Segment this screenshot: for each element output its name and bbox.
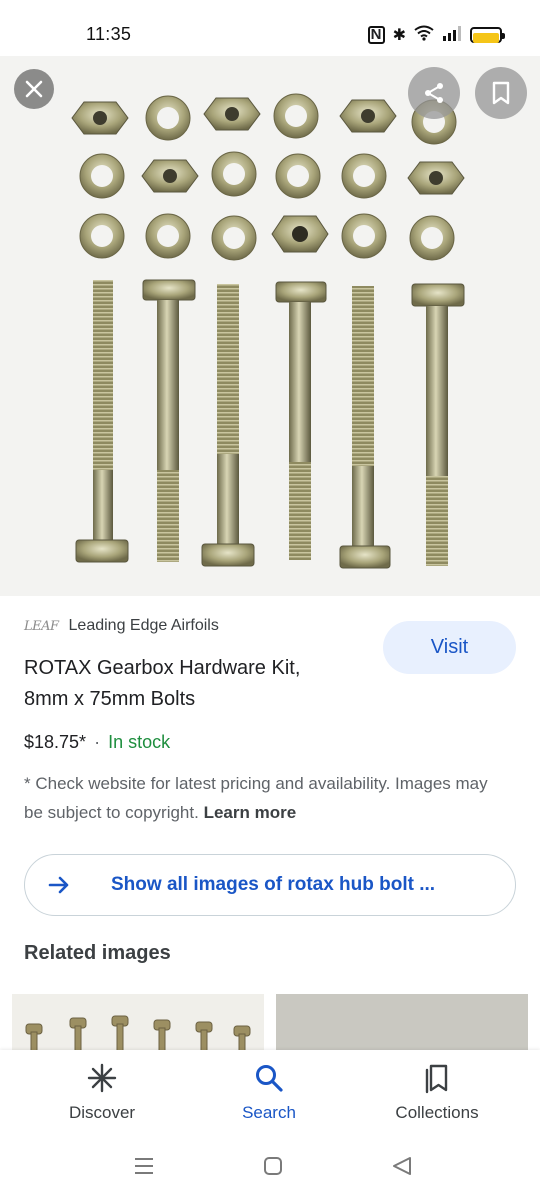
visit-button[interactable]: Visit (383, 621, 516, 674)
system-nav-bar (0, 1138, 540, 1200)
status-icons: N ✱ (367, 24, 505, 46)
bookmark-icon (492, 81, 510, 105)
price: $18.75* (24, 732, 87, 752)
separator: · (94, 732, 101, 752)
close-icon (25, 80, 43, 98)
nav-discover[interactable]: Discover (27, 1062, 177, 1123)
price-row: $18.75* · In stock (24, 732, 170, 753)
bluetooth-icon: ✱ (392, 27, 406, 44)
nav-discover-label: Discover (68, 1103, 136, 1122)
product-title-line-1: ROTAX Gearbox Hardware Kit, (24, 657, 301, 679)
collections-icon (425, 1064, 448, 1094)
nav-collections-label: Collections (395, 1103, 479, 1122)
home-icon[interactable] (264, 1157, 282, 1175)
product-title[interactable]: ROTAX Gearbox Hardware Kit, 8mm x 75mm B… (24, 653, 354, 715)
search-icon (256, 1065, 283, 1092)
battery-icon (470, 27, 505, 43)
back-icon[interactable] (393, 1157, 411, 1175)
show-all-images-button[interactable]: Show all images of rotax hub bolt ... (24, 854, 516, 916)
bookmark-button[interactable] (475, 67, 527, 119)
arrow-right-icon (47, 873, 71, 902)
product-image[interactable] (0, 56, 540, 596)
related-image-bolts (25, 1015, 251, 1052)
share-icon (425, 83, 443, 103)
share-button[interactable] (408, 67, 460, 119)
source-row[interactable]: LEAF Leading Edge Airfoils (24, 617, 219, 635)
source-name: Leading Edge Airfoils (68, 617, 219, 634)
nav-collections[interactable]: Collections (362, 1062, 512, 1123)
status-bar: 11:35 N ✱ (0, 0, 540, 56)
related-image[interactable] (276, 994, 528, 1052)
source-logo: LEAF (24, 618, 59, 634)
related-images-heading: Related images (24, 942, 171, 964)
show-all-label: Show all images of rotax hub bolt ... (111, 874, 436, 895)
stock-status: In stock (108, 732, 171, 752)
signal-icon (442, 25, 462, 46)
nav-search[interactable]: Search (194, 1062, 344, 1123)
pricing-note: * Check website for latest pricing and a… (24, 769, 504, 827)
bottom-nav: Discover Search Collections (0, 1050, 540, 1138)
nfc-icon: N (367, 26, 385, 44)
close-button[interactable] (14, 69, 54, 109)
hardware-photo (71, 93, 465, 569)
related-image[interactable] (12, 994, 264, 1052)
product-title-line-2: 8mm x 75mm Bolts (24, 688, 196, 710)
discover-icon (87, 1063, 117, 1093)
menu-icon[interactable] (135, 1158, 153, 1174)
nav-search-label: Search (242, 1103, 296, 1122)
status-time: 11:35 (86, 24, 132, 44)
wifi-icon (414, 25, 434, 46)
learn-more-link[interactable]: Learn more (204, 803, 297, 822)
